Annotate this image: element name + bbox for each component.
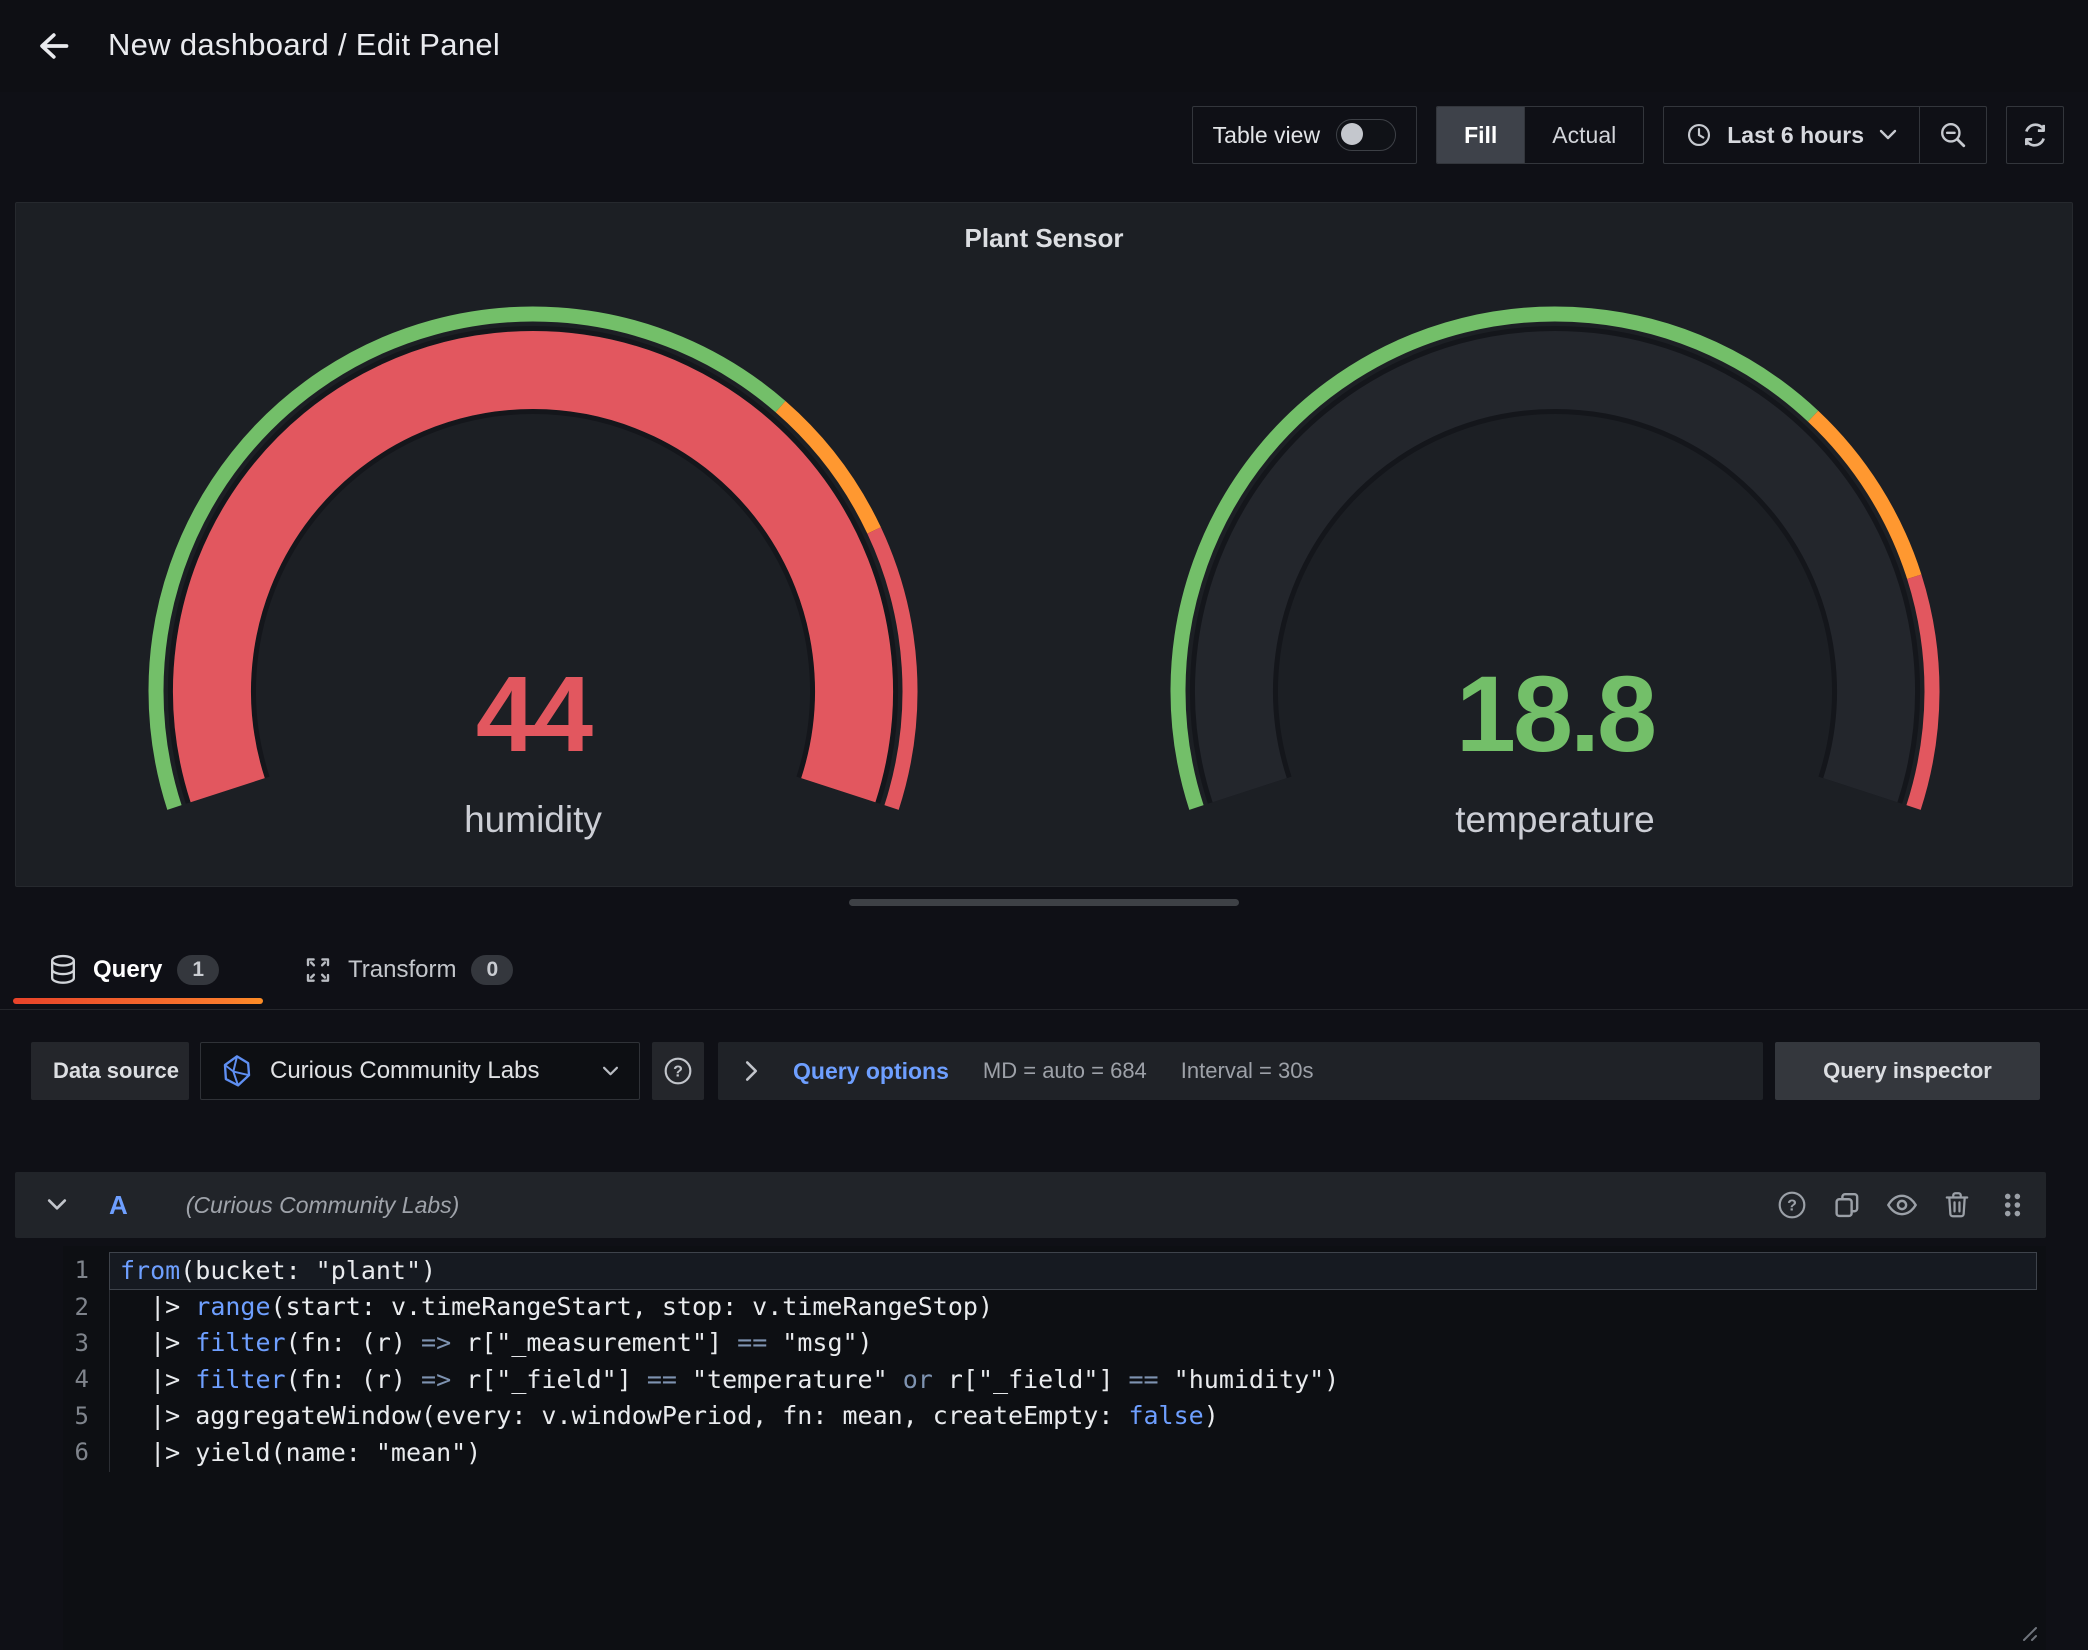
tab-query-count-badge: 1 [177, 955, 219, 985]
tab-transform-count-badge: 0 [471, 955, 513, 985]
tab-query[interactable]: Query 1 [48, 946, 219, 994]
query-row-actions: ? [1776, 1189, 2028, 1221]
zoom-out-time-button[interactable] [1919, 107, 1986, 163]
gauge-panel: Plant Sensor 44 humidity 18.8 temperatur… [15, 202, 2073, 887]
tab-transform[interactable]: Transform 0 [303, 946, 513, 994]
back-arrow-icon [32, 26, 72, 66]
query-options-bar: Query options MD = auto = 684 Interval =… [718, 1042, 1763, 1100]
chevron-right-icon[interactable] [744, 1060, 759, 1082]
code-text: |> aggregateWindow(every: v.windowPeriod… [120, 1401, 1219, 1430]
help-icon: ? [1777, 1190, 1807, 1220]
back-button[interactable] [28, 22, 76, 70]
interval-info: Interval = 30s [1181, 1058, 1314, 1084]
code-text: |> filter(fn: (r) => r["_field"] == "tem… [120, 1365, 1339, 1394]
code-line[interactable]: 3 |> filter(fn: (r) => r["_measurement"]… [63, 1325, 2046, 1361]
code-text: from(bucket: "plant") [120, 1256, 436, 1285]
query-row-header[interactable]: A (Curious Community Labs) ? [15, 1172, 2046, 1238]
code-line[interactable]: 1 from(bucket: "plant") [63, 1252, 2046, 1288]
humidity-gauge: 44 humidity [113, 291, 953, 866]
table-view-control: Table view [1192, 106, 1417, 164]
duplicate-query-button[interactable] [1831, 1189, 1863, 1221]
datasource-selected: Curious Community Labs [270, 1057, 539, 1085]
tab-transform-label: Transform [348, 956, 456, 984]
datasource-logo-icon [221, 1054, 253, 1088]
delete-query-button[interactable] [1941, 1189, 1973, 1221]
fill-option[interactable]: Fill [1437, 107, 1524, 163]
refresh-icon [2020, 120, 2050, 150]
table-view-label: Table view [1213, 122, 1320, 149]
code-line[interactable]: 6 |> yield(name: "mean") [63, 1434, 2046, 1470]
query-options-link[interactable]: Query options [793, 1058, 949, 1085]
temperature-label: temperature [1135, 799, 1975, 841]
eye-icon [1886, 1192, 1918, 1218]
grip-dots-icon [1998, 1190, 2026, 1220]
active-tab-underline [13, 998, 263, 1004]
code-lines: 1 from(bucket: "plant") 2 |> range(start: … [63, 1252, 2046, 1470]
refresh-button[interactable] [2006, 106, 2064, 164]
query-inspector-button[interactable]: Query inspector [1775, 1042, 2040, 1100]
chevron-down-icon [602, 1066, 619, 1077]
time-range-picker: Last 6 hours [1663, 106, 1987, 164]
drag-handle[interactable] [1996, 1189, 2028, 1221]
line-number: 2 [63, 1293, 89, 1321]
table-view-toggle[interactable] [1336, 119, 1396, 151]
toggle-visibility-button[interactable] [1886, 1189, 1918, 1221]
humidity-label: humidity [113, 799, 953, 841]
temperature-gauge-arc [1135, 291, 1975, 866]
header-bar: New dashboard / Edit Panel [0, 0, 2088, 92]
max-data-points-info: MD = auto = 684 [983, 1058, 1147, 1084]
time-range-button[interactable]: Last 6 hours [1664, 107, 1919, 163]
line-number: 3 [63, 1329, 89, 1357]
panel-resize-handle[interactable] [849, 899, 1239, 906]
humidity-value: 44 [113, 659, 953, 769]
query-ref-id: A [109, 1190, 128, 1221]
line-number: 4 [63, 1365, 89, 1393]
code-line[interactable]: 2 |> range(start: v.timeRangeStart, stop… [63, 1288, 2046, 1324]
editor-tabs: Query 1 Transform 0 [0, 932, 2088, 1010]
svg-text:?: ? [673, 1062, 683, 1080]
temperature-value: 18.8 [1135, 659, 1975, 769]
code-line[interactable]: 5 |> aggregateWindow(every: v.windowPeri… [63, 1398, 2046, 1434]
grafana-edit-panel-page: { "header": { "title": "New dashboard / … [0, 0, 2088, 1650]
temperature-gauge: 18.8 temperature [1135, 291, 1975, 866]
transform-icon [303, 955, 333, 985]
datasource-picker[interactable]: Curious Community Labs [200, 1042, 640, 1100]
code-text: |> filter(fn: (r) => r["_measurement"] =… [120, 1328, 873, 1357]
toggle-knob [1341, 123, 1363, 145]
svg-text:?: ? [1787, 1196, 1797, 1214]
query-help-button[interactable]: ? [1776, 1189, 1808, 1221]
clock-icon [1686, 122, 1712, 148]
line-number: 5 [63, 1402, 89, 1430]
zoom-out-icon [1939, 121, 1967, 149]
panel-title: Plant Sensor [16, 223, 2072, 254]
page-title: New dashboard / Edit Panel [108, 27, 500, 63]
database-icon [48, 954, 78, 986]
trash-icon [1943, 1190, 1971, 1220]
flux-code-editor[interactable]: 1 from(bucket: "plant") 2 |> range(start: … [63, 1246, 2046, 1650]
code-line[interactable]: 4 |> filter(fn: (r) => r["_field"] == "t… [63, 1361, 2046, 1397]
line-number: 6 [63, 1438, 89, 1466]
query-datasource-hint: (Curious Community Labs) [186, 1192, 460, 1219]
copy-icon [1832, 1190, 1862, 1220]
code-text: |> range(start: v.timeRangeStart, stop: … [120, 1292, 993, 1321]
datasource-row: Data source Curious Community Labs ? Que… [31, 1042, 2064, 1100]
time-range-label: Last 6 hours [1727, 122, 1864, 149]
humidity-gauge-arc [113, 291, 953, 866]
fill-actual-segmented: Fill Actual [1436, 106, 1644, 164]
collapse-chevron-icon[interactable] [47, 1198, 67, 1212]
help-icon: ? [663, 1056, 693, 1086]
line-number: 1 [63, 1256, 89, 1284]
panel-toolbar: Table view Fill Actual Last 6 hours [1192, 106, 2064, 164]
datasource-help-button[interactable]: ? [652, 1042, 704, 1100]
datasource-label: Data source [31, 1042, 189, 1100]
actual-option[interactable]: Actual [1524, 107, 1643, 163]
tab-query-label: Query [93, 956, 162, 984]
code-text: |> yield(name: "mean") [120, 1438, 481, 1467]
tabs-divider [0, 1009, 2088, 1010]
resize-grip-icon[interactable] [2012, 1616, 2040, 1644]
chevron-down-icon [1879, 129, 1897, 141]
